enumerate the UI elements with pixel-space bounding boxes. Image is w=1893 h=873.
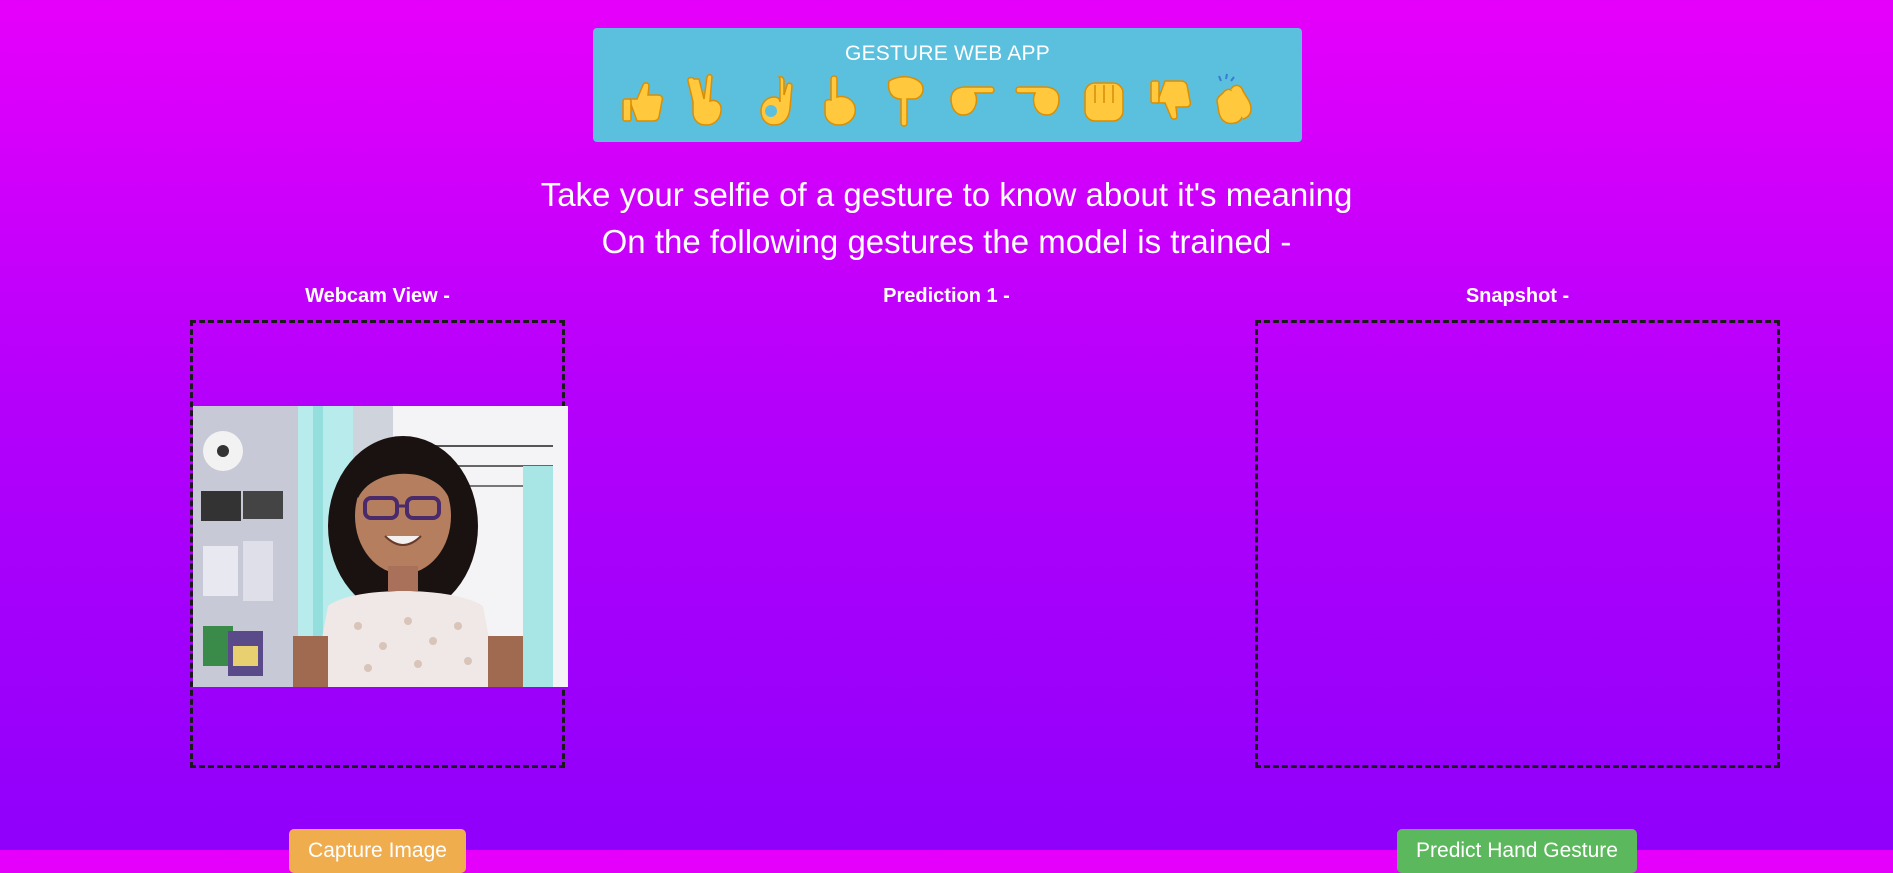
thumbs-up-icon bbox=[613, 70, 671, 132]
webcam-video bbox=[193, 406, 568, 687]
point-right-icon bbox=[943, 70, 1001, 132]
app-title: GESTURE WEB APP bbox=[845, 42, 1050, 65]
snapshot-label: Snapshot - bbox=[1465, 285, 1570, 307]
ok-hand-icon bbox=[745, 70, 803, 132]
point-left-icon bbox=[1009, 70, 1067, 132]
victory-hand-icon bbox=[679, 70, 737, 132]
prediction-label: Prediction 1 - bbox=[883, 285, 1010, 307]
gesture-list bbox=[613, 70, 1282, 132]
webcam-view-label: Webcam View - bbox=[305, 285, 450, 307]
clapping-hands-icon bbox=[1207, 70, 1265, 132]
intro-line-2: On the following gestures the model is t… bbox=[601, 223, 1292, 260]
webcam-feed-image bbox=[193, 406, 568, 687]
intro-line-1: Take your selfie of a gesture to know ab… bbox=[540, 176, 1353, 213]
predict-hand-gesture-button[interactable]: Predict Hand Gesture bbox=[1397, 829, 1637, 873]
thumbs-down-icon bbox=[1141, 70, 1199, 132]
capture-image-button[interactable]: Capture Image bbox=[289, 829, 466, 873]
snapshot-container bbox=[1255, 320, 1780, 768]
fist-icon bbox=[1075, 70, 1133, 132]
point-up-icon bbox=[811, 70, 869, 132]
point-down-icon bbox=[877, 70, 935, 132]
app-header: GESTURE WEB APP bbox=[593, 28, 1302, 142]
